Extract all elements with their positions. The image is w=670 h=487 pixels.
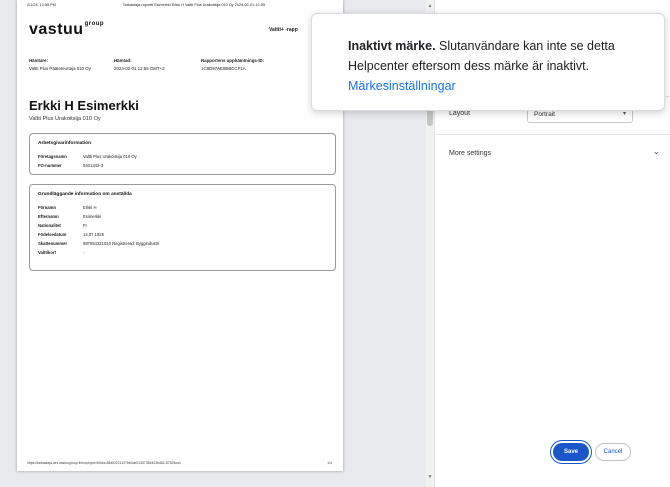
- card-title: Grundläggande information om anställda: [38, 192, 132, 197]
- vastuu-group-logo: vastuugroup: [29, 21, 104, 39]
- meta-value: 1C8D97AE8BBCCF1A: [201, 66, 246, 71]
- info-row: Valttikort -: [38, 250, 85, 255]
- meta-label: Rapportens upphämtnings-ID:: [201, 58, 265, 63]
- info-row: Företagsnamn Valtti Plus Urakoitsija 010 …: [38, 154, 137, 159]
- meta-value: Valtti Plus Pääteteurtaja 010 Oy: [29, 66, 91, 71]
- pdf-page-number: 1/4: [327, 461, 332, 465]
- pdf-footer-url: https://tarkastaja.dev.vastuugroup.fi/em…: [27, 461, 181, 465]
- layout-select-value: Portrait: [534, 111, 555, 118]
- report-brand: Valtti+ -rapp: [269, 27, 298, 33]
- more-settings-label[interactable]: More settings: [449, 150, 491, 157]
- info-row: Förnamn Erkki H: [38, 205, 97, 210]
- meta-value: 2024-02-01 12:55 GMT+2: [114, 66, 165, 71]
- inactive-brand-notice: Inaktivt märke. Slutanvändare kan inte s…: [311, 13, 665, 111]
- arrow-up-icon[interactable]: ▲: [426, 3, 434, 9]
- pdf-header-date: 2/1/24, 12:55 PM: [27, 3, 56, 7]
- meta-fetcher: Hämtare: Valtti Plus Pääteteurtaja 010 O…: [29, 58, 91, 71]
- person-name: Erkki H Esimerkki: [29, 98, 139, 113]
- logo-text: vastuu: [29, 21, 84, 38]
- pdf-page-footer: https://tarkastaja.dev.vastuugroup.fi/em…: [27, 461, 332, 465]
- cancel-button[interactable]: Cancel: [595, 443, 631, 461]
- info-row: Nationalitet FI: [38, 223, 87, 228]
- employer-info-card: Arbetsgivarinformation Företagsnamn Valtt…: [29, 133, 336, 175]
- logo-super: group: [84, 21, 105, 27]
- pdf-page-header: 2/1/24, 12:55 PM Tarkastaja-raportti Esi…: [27, 3, 332, 7]
- person-company: Valtti Plus Urakoitsija 010 Oy: [29, 116, 101, 122]
- arrow-down-icon[interactable]: ▼: [426, 474, 434, 480]
- divider: [435, 134, 670, 135]
- info-row: Efternamn Esimerkki: [38, 214, 102, 219]
- employee-info-card: Grundläggande information om anställda F…: [29, 184, 336, 271]
- chevron-down-icon[interactable]: ⌄: [652, 146, 660, 157]
- notice-title: Inaktivt märke.: [348, 39, 436, 53]
- meta-label: Hämtare:: [29, 58, 49, 63]
- save-button[interactable]: Save: [553, 443, 589, 461]
- meta-label: Hämtad:: [114, 58, 132, 63]
- info-row: FO-nummer 0401342-3: [38, 163, 104, 168]
- meta-fetched: Hämtad: 2024-02-01 12:55 GMT+2: [114, 58, 165, 71]
- meta-report-id: Rapportens upphämtnings-ID: 1C8D97AE8BBC…: [201, 58, 264, 71]
- info-row: Födelsedatum 14.07.1925: [38, 232, 104, 237]
- info-row: Skattenummer 987654321010 Registrerad: By…: [38, 241, 160, 246]
- brand-settings-link[interactable]: Märkesinställningar: [348, 79, 456, 93]
- pdf-header-title: Tarkastaja-raportti Esimerkki Erkki H Va…: [122, 3, 266, 7]
- card-title: Arbetsgivarinformation: [38, 141, 92, 146]
- layout-label: Layout: [449, 110, 471, 117]
- pdf-page: 2/1/24, 12:55 PM Tarkastaja-raportti Esi…: [17, 0, 343, 471]
- chevron-down-icon: ▾: [622, 111, 626, 117]
